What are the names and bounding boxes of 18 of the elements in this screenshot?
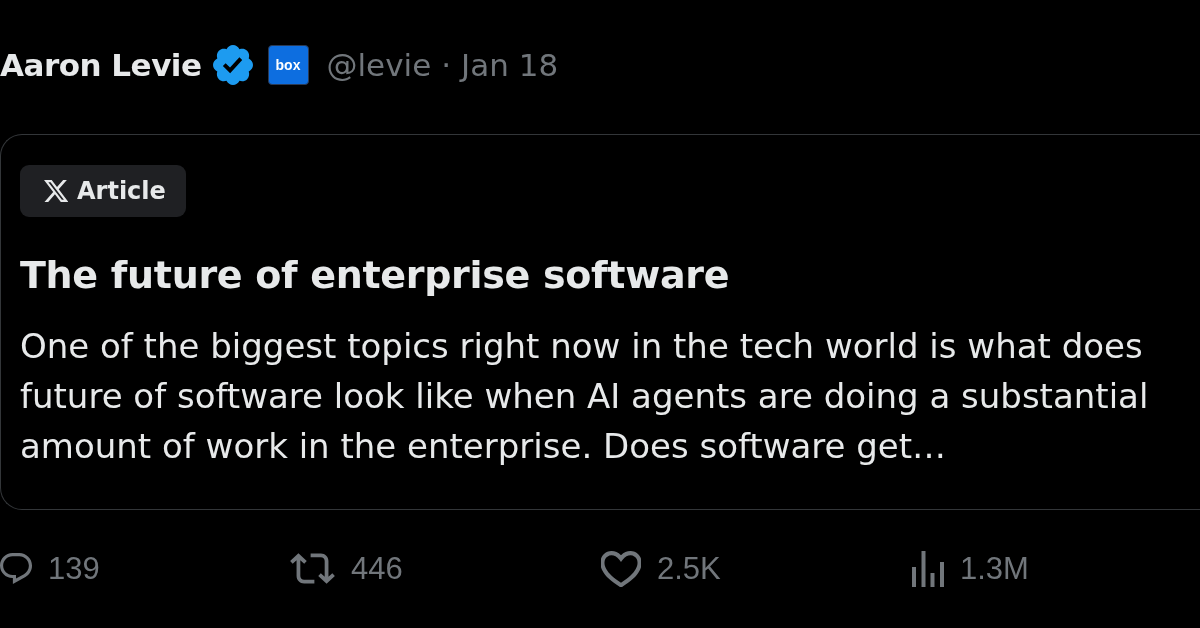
repost-arrows-icon[interactable] bbox=[290, 553, 335, 584]
article-summary: One of the biggest topics right now in the tech world is what does future of software look like when AI agents are doing a substantial amount of work in the enterprise. Does software get… bbox=[20, 325, 1150, 468]
action-count: 2.5K bbox=[657, 550, 721, 587]
bar-chart-icon[interactable] bbox=[912, 550, 944, 587]
author-handle[interactable]: @levie bbox=[326, 47, 432, 83]
article-card[interactable] bbox=[0, 134, 1200, 510]
speech-bubble-icon[interactable] bbox=[0, 553, 32, 584]
action-count: 139 bbox=[48, 550, 100, 587]
article-title: The future of enterprise software bbox=[20, 252, 731, 299]
author-name[interactable]: Aaron Levie bbox=[0, 47, 202, 83]
article-tag-label: Article bbox=[77, 177, 166, 205]
post-date[interactable]: Jan 18 bbox=[461, 47, 559, 83]
affiliate-logo[interactable]: box bbox=[267, 45, 309, 85]
heart-icon[interactable] bbox=[601, 550, 641, 587]
action-count: 1.3M bbox=[960, 550, 1029, 587]
x-logo-icon bbox=[44, 180, 68, 202]
separator-dot: · bbox=[441, 47, 452, 83]
action-count: 446 bbox=[351, 550, 403, 587]
